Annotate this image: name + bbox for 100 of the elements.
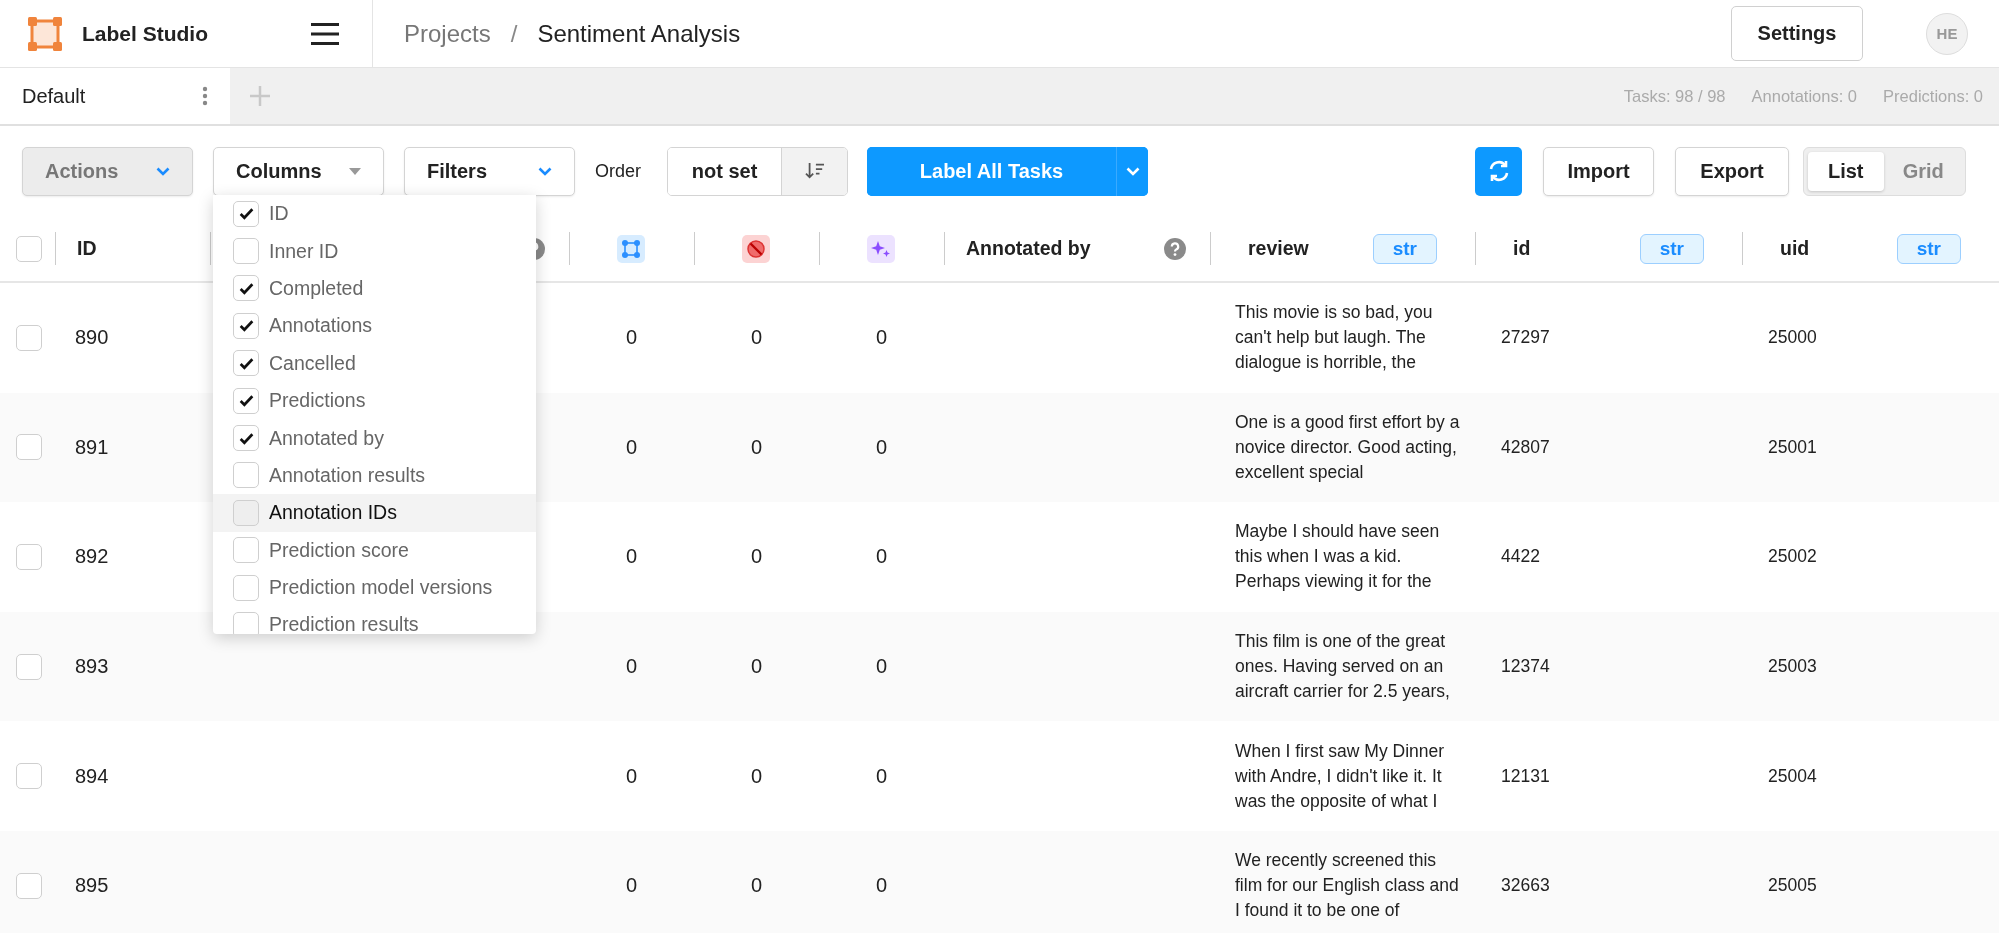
column-option-label: Prediction score xyxy=(269,538,409,562)
column-option[interactable]: Cancelled xyxy=(213,344,536,382)
row-checkbox[interactable] xyxy=(16,653,42,680)
column-header[interactable]: uid xyxy=(1780,237,1810,260)
column-option[interactable]: Predictions xyxy=(213,381,536,420)
column-checkbox[interactable] xyxy=(233,200,259,227)
table-cell: 0 xyxy=(625,655,638,679)
order-label: Order xyxy=(595,160,641,182)
column-checkbox[interactable] xyxy=(233,238,259,265)
column-checkbox[interactable] xyxy=(233,312,259,339)
caret-icon xyxy=(349,167,361,175)
column-option-label: Annotation results xyxy=(269,463,426,487)
row-checkbox[interactable] xyxy=(16,324,42,351)
table-cell-text: This movie is so bad, you can't help but laugh. The dialogue is horrible, the xyxy=(1235,301,1434,375)
column-option-label: Predictions xyxy=(269,389,366,413)
column-option-label: Inner ID xyxy=(269,239,339,263)
column-option[interactable]: Annotation results xyxy=(213,456,536,495)
row-checkbox[interactable] xyxy=(16,544,42,570)
table-cell: 25005 xyxy=(1768,875,1817,897)
column-header[interactable]: review xyxy=(1248,237,1309,260)
column-checkbox[interactable] xyxy=(233,574,259,601)
column-option[interactable]: ID xyxy=(213,195,536,233)
breadcrumb-item[interactable]: Projects xyxy=(404,19,491,48)
add-tab-icon[interactable] xyxy=(248,84,272,108)
stat-text: Annotations: 0 xyxy=(1751,86,1858,106)
table-cell-text: Maybe I should have seen this when I was a kid. Perhaps viewing it for the xyxy=(1235,520,1441,594)
table-cell: 895 xyxy=(75,874,109,898)
column-checkbox[interactable] xyxy=(233,499,259,526)
table-cell: 25000 xyxy=(1768,327,1817,349)
column-checkbox[interactable] xyxy=(233,387,259,414)
column-checkbox[interactable] xyxy=(233,350,259,377)
table-cell: 0 xyxy=(625,435,638,459)
table-cell: 890 xyxy=(75,326,109,350)
table-cell: 0 xyxy=(875,655,888,679)
chevron-down-icon xyxy=(1125,166,1140,176)
column-option-label: Annotated by xyxy=(269,426,384,450)
column-checkbox[interactable] xyxy=(233,425,259,452)
column-option[interactable]: Prediction model versions xyxy=(213,568,536,607)
check-icon xyxy=(237,205,255,223)
column-option[interactable]: Inner ID xyxy=(213,232,536,270)
menu-icon[interactable] xyxy=(311,22,339,45)
column-option[interactable]: Annotation IDs xyxy=(213,494,536,532)
column-header[interactable]: Annotated by xyxy=(966,237,1091,260)
table-cell: 0 xyxy=(875,874,888,898)
row-checkbox[interactable] xyxy=(16,763,42,790)
label-options-button[interactable] xyxy=(1116,146,1148,196)
column-option[interactable]: Prediction results xyxy=(213,606,536,634)
column-option[interactable]: Annotations xyxy=(213,307,536,345)
view-mode-option[interactable]: List xyxy=(1808,151,1884,191)
check-icon xyxy=(237,392,255,410)
table-cell: 4422 xyxy=(1501,546,1540,568)
table-cell: 12374 xyxy=(1501,656,1550,678)
more-icon[interactable] xyxy=(202,86,208,106)
type-badge: str xyxy=(1372,233,1437,264)
columns-dropdown[interactable]: Columns xyxy=(213,146,384,196)
table-cell-text: When I first saw My Dinner with Andre, I didn't like it. It was the opposite of what I xyxy=(1235,739,1446,813)
table-cell-text: We recently screened this film for our English class and I found it to be one of xyxy=(1235,849,1460,923)
table-cell-text: One is a good first effort by a novice director. Good acting, excellent special xyxy=(1235,410,1461,484)
app-name: Label Studio xyxy=(82,21,208,46)
column-option-label: Cancelled xyxy=(269,351,356,375)
table-cell: 42807 xyxy=(1501,436,1550,458)
filters-dropdown[interactable]: Filters xyxy=(404,146,575,196)
table-cell: 12131 xyxy=(1501,765,1550,787)
table-cell: 0 xyxy=(625,764,638,788)
annotations-icon xyxy=(616,234,645,263)
column-checkbox[interactable] xyxy=(233,462,259,489)
table-cell: 0 xyxy=(750,545,763,569)
column-header[interactable]: id xyxy=(1513,237,1531,260)
row-checkbox[interactable] xyxy=(16,434,42,461)
column-option[interactable]: Completed xyxy=(213,269,536,308)
table-cell: 0 xyxy=(750,326,763,350)
type-badge: str xyxy=(1639,233,1704,264)
cancelled-icon xyxy=(741,234,770,263)
chevron-down-icon xyxy=(538,166,552,176)
import-button[interactable]: Import xyxy=(1543,146,1654,196)
column-option[interactable]: Prediction score xyxy=(213,531,536,569)
logo-icon xyxy=(28,16,62,51)
column-checkbox[interactable] xyxy=(233,275,259,302)
column-option[interactable]: Annotated by xyxy=(213,419,536,457)
help-icon[interactable] xyxy=(1164,237,1186,260)
view-tab[interactable]: Default xyxy=(0,68,230,124)
view-mode-option[interactable]: Grid xyxy=(1885,151,1961,191)
table-cell: 893 xyxy=(75,655,109,679)
tab-label: Default xyxy=(22,84,87,108)
column-header[interactable]: ID xyxy=(77,237,97,260)
column-checkbox[interactable] xyxy=(233,612,259,634)
type-badge: str xyxy=(1896,233,1961,264)
column-option-label: Prediction results xyxy=(269,613,419,634)
row-checkbox[interactable] xyxy=(16,872,42,899)
export-button[interactable]: Export xyxy=(1675,146,1789,196)
refresh-button[interactable] xyxy=(1475,146,1522,196)
column-option-label: ID xyxy=(269,202,289,226)
table-cell: 0 xyxy=(750,764,763,788)
column-checkbox[interactable] xyxy=(233,537,259,564)
table-cell: 25004 xyxy=(1768,765,1817,787)
stat-text: Tasks: 98 / 98 xyxy=(1623,86,1726,106)
select-all-checkbox[interactable] xyxy=(16,235,42,262)
table-cell: 0 xyxy=(625,326,638,350)
column-option-label: Prediction model versions xyxy=(269,576,493,600)
settings-button[interactable]: Settings xyxy=(1731,6,1863,61)
